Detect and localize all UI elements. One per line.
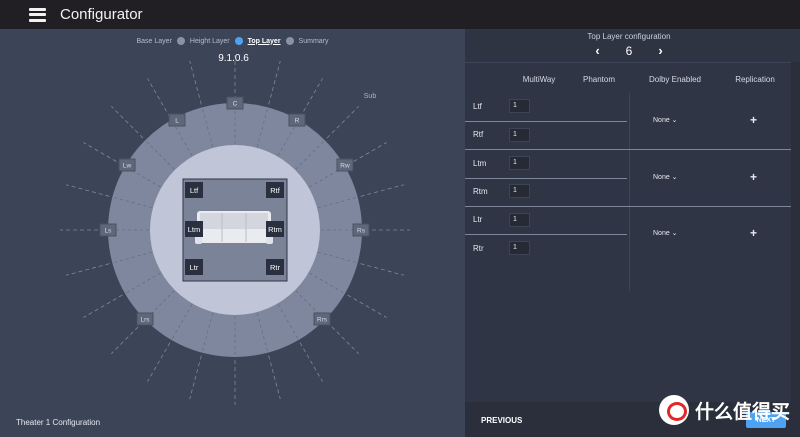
configuration-panel: Top Layer configuration ‹ 6 › MultiWay P… [465, 29, 800, 437]
config-header: Top Layer configuration ‹ 6 › [465, 29, 800, 62]
dolby-select-front[interactable]: None ⌄ [653, 116, 678, 124]
svg-text:L: L [175, 118, 179, 125]
chevron-right-icon[interactable]: › [658, 43, 662, 58]
speaker-rs[interactable]: Rs [352, 223, 370, 237]
dolby-select-rear[interactable]: None ⌄ [653, 229, 678, 237]
speaker-lrs[interactable]: Lrs [136, 312, 154, 326]
speaker-lw[interactable]: Lw [118, 158, 136, 172]
title-bar: Configurator [0, 0, 800, 29]
group-divider [465, 149, 791, 150]
svg-text:Ltf: Ltf [190, 186, 199, 195]
step-base-dot[interactable] [176, 37, 185, 45]
dolby-select-middle[interactable]: None ⌄ [653, 173, 678, 181]
theater-config-label: Theater 1 Configuration [16, 418, 101, 427]
smzdm-logo-icon [658, 395, 689, 425]
chevron-left-icon[interactable]: ‹ [595, 43, 599, 58]
multiway-input-ltr[interactable]: 1 [509, 213, 530, 227]
config-count-nav: ‹ 6 › [465, 43, 793, 58]
svg-text:Rrs: Rrs [317, 317, 328, 324]
speaker-l[interactable]: L [168, 113, 186, 127]
col-dolby-enabled: Dolby Enabled [648, 75, 702, 84]
svg-text:R: R [295, 118, 300, 125]
top-speaker-ltm[interactable]: Ltm [185, 221, 203, 237]
layer-stepper: Base Layer Height Layer Top Layer Summar… [0, 37, 465, 45]
row-label-ltm: Ltm [473, 159, 487, 168]
speaker-c[interactable]: C [226, 96, 244, 110]
speaker-layout-panel: C L R Lw Rw Ls Rs Lrs Rrs Ltf Rtf Ltm Rtm Ltr Rtr Sub… [0, 29, 465, 437]
svg-text:Ls: Ls [105, 228, 113, 235]
col-replication: Replication [735, 75, 775, 84]
step-base-layer[interactable]: Base Layer [136, 38, 171, 45]
top-speaker-rtm[interactable]: Rtm [266, 221, 284, 237]
multiway-input-ltm[interactable]: 1 [509, 156, 530, 170]
row-divider [465, 178, 627, 179]
multiway-input-rtm[interactable]: 1 [509, 184, 530, 198]
watermark-text: 什么值得买 [694, 401, 790, 423]
svg-text:Ltm: Ltm [188, 225, 201, 234]
group-divider [465, 206, 791, 207]
sofa-icon [195, 211, 273, 244]
subwoofer-label[interactable]: Sub [364, 93, 377, 100]
multiway-input-rtr[interactable]: 1 [509, 241, 530, 255]
row-label-rtf: Rtf [473, 130, 484, 139]
row-label-ltr: Ltr [473, 215, 483, 224]
config-title: Top Layer configuration [587, 32, 671, 41]
app-title: Configurator [60, 6, 143, 23]
step-summary[interactable]: Summary [299, 38, 329, 45]
plus-icon[interactable]: + [750, 170, 757, 184]
speaker-r[interactable]: R [288, 113, 306, 127]
row-divider [465, 234, 627, 235]
speaker-format: 9.1.0.6 [218, 53, 249, 64]
column-divider [629, 93, 630, 291]
row-label-rtr: Rtr [473, 244, 484, 253]
svg-text:Rs: Rs [357, 228, 366, 235]
speaker-rrs[interactable]: Rrs [313, 312, 331, 326]
step-top-layer[interactable]: Top Layer [248, 38, 281, 45]
svg-text:Rw: Rw [340, 163, 350, 170]
multiway-input-rtf[interactable]: 1 [509, 128, 530, 142]
svg-text:Rtm: Rtm [268, 225, 282, 234]
speaker-ls[interactable]: Ls [99, 223, 117, 237]
top-speaker-ltf[interactable]: Ltf [185, 182, 203, 198]
row-label-ltf: Ltf [473, 102, 482, 111]
plus-icon[interactable]: + [750, 113, 757, 127]
svg-text:Ltr: Ltr [190, 263, 199, 272]
watermark: 什么值得买 [658, 395, 790, 425]
svg-text:Lrs: Lrs [140, 317, 150, 324]
config-count: 6 [625, 43, 633, 58]
speaker-rw[interactable]: Rw [336, 158, 354, 172]
step-height-layer[interactable]: Height Layer [190, 38, 230, 45]
plus-icon[interactable]: + [750, 226, 757, 240]
step-top-dot[interactable] [234, 37, 243, 45]
top-speaker-rtr[interactable]: Rtr [266, 259, 284, 275]
svg-text:Lw: Lw [123, 163, 132, 170]
speaker-config-table: MultiWay Phantom Dolby Enabled Replicati… [465, 62, 791, 402]
svg-text:Rtr: Rtr [270, 263, 281, 272]
svg-text:C: C [233, 101, 238, 108]
multiway-input-ltf[interactable]: 1 [509, 99, 530, 113]
step-summary-dot[interactable] [285, 37, 294, 45]
hamburger-menu-icon[interactable] [29, 7, 46, 22]
previous-button[interactable]: PREVIOUS [481, 416, 522, 425]
row-divider [465, 121, 627, 122]
speaker-layout-diagram: C L R Lw Rw Ls Rs Lrs Rrs Ltf Rtf Ltm Rtm Ltr Rtr Sub [60, 55, 410, 405]
svg-text:Rtf: Rtf [270, 186, 281, 195]
col-phantom: Phantom [582, 75, 616, 84]
col-multiway: MultiWay [522, 75, 556, 84]
top-speaker-rtf[interactable]: Rtf [266, 182, 284, 198]
row-label-rtm: Rtm [473, 187, 488, 196]
top-speaker-ltr[interactable]: Ltr [185, 259, 203, 275]
